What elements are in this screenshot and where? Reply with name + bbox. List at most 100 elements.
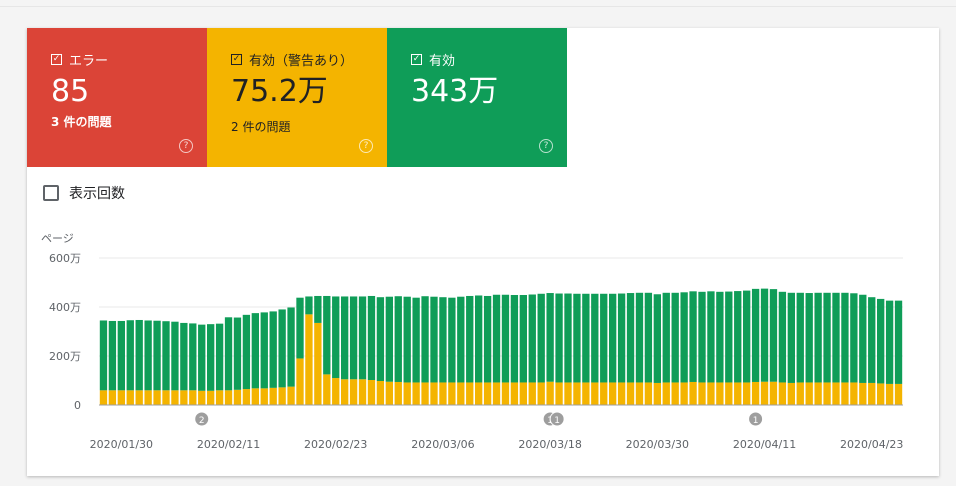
bar-warning — [457, 382, 465, 405]
bar-valid — [466, 295, 474, 383]
bar-valid — [439, 297, 447, 383]
bar-warning — [859, 382, 867, 405]
bar-valid — [144, 320, 152, 391]
bar-warning — [332, 378, 340, 405]
bar-valid — [224, 317, 233, 391]
y-axis-title: ページ — [41, 232, 74, 245]
bar-valid — [180, 322, 188, 391]
bar-warning — [180, 390, 188, 405]
bar-warning — [778, 382, 787, 405]
bar-valid — [814, 292, 822, 383]
bar-valid — [591, 293, 599, 383]
bar-warning — [573, 382, 581, 405]
bar-valid — [805, 293, 813, 383]
bar-valid — [796, 292, 804, 383]
bar-valid — [716, 291, 724, 383]
coverage-card: ✓ エラー 85 3 件の問題 ? ✓ 有効（警告あり） 75.2万 2 件の問… — [27, 28, 939, 476]
bar-warning — [448, 382, 456, 405]
bar-valid — [644, 292, 653, 383]
bar-warning — [269, 387, 277, 405]
bar-valid — [555, 293, 563, 383]
x-tick-label: 2020/03/18 — [518, 438, 581, 451]
bar-valid — [823, 292, 831, 383]
bar-valid — [609, 293, 617, 383]
bar-valid — [233, 317, 242, 390]
bar-warning — [885, 383, 894, 405]
bar-warning — [501, 382, 510, 405]
bar-warning — [850, 382, 858, 405]
bar-valid — [385, 296, 393, 382]
bar-valid — [492, 294, 501, 383]
annotation-label: 2 — [199, 416, 205, 426]
bar-warning — [367, 380, 376, 405]
bar-warning — [385, 381, 393, 405]
bar-warning — [117, 390, 125, 405]
bar-warning — [600, 382, 608, 405]
y-tick-label: 600万 — [49, 252, 81, 265]
bar-warning — [823, 382, 831, 405]
bar-valid — [832, 292, 840, 383]
bar-valid — [296, 297, 304, 359]
bar-valid — [546, 293, 554, 382]
bar-valid — [743, 290, 751, 383]
bar-warning — [546, 381, 554, 405]
bar-valid — [162, 321, 170, 391]
bar-warning — [716, 382, 724, 405]
bar-warning — [323, 374, 331, 405]
bar-warning — [314, 322, 322, 405]
bar-warning — [358, 379, 367, 405]
bar-valid — [269, 311, 277, 388]
bar-valid — [332, 296, 340, 379]
bar-valid — [99, 320, 108, 391]
bar-warning — [689, 381, 697, 405]
bar-valid — [242, 314, 251, 390]
bar-valid — [885, 300, 894, 384]
bar-valid — [215, 323, 224, 391]
bar-valid — [510, 294, 519, 383]
bar-warning — [707, 382, 715, 405]
x-tick-label: 2020/03/06 — [411, 438, 474, 451]
y-tick-label: 200万 — [49, 350, 81, 363]
bar-warning — [751, 381, 760, 405]
bar-warning — [403, 382, 411, 405]
bar-valid — [841, 292, 849, 383]
top-divider — [0, 6, 956, 7]
bar-valid — [349, 296, 358, 380]
x-tick-label: 2020/01/30 — [90, 438, 153, 451]
bar-valid — [734, 291, 742, 383]
bar-warning — [439, 382, 447, 405]
bar-warning — [108, 390, 117, 405]
bar-warning — [189, 390, 197, 405]
bar-warning — [582, 382, 590, 405]
bar-warning — [412, 382, 420, 405]
bar-valid — [189, 323, 197, 391]
bar-warning — [492, 382, 501, 405]
bar-valid — [760, 288, 769, 382]
bar-warning — [725, 382, 733, 405]
bar-valid — [475, 295, 483, 383]
bar-valid — [573, 293, 581, 383]
bar-warning — [734, 382, 742, 405]
bar-warning — [198, 390, 206, 405]
bar-warning — [242, 389, 251, 405]
bar-valid — [769, 289, 778, 382]
annotation-label: 1 — [753, 416, 759, 426]
bar-valid — [877, 298, 885, 384]
bar-warning — [251, 388, 259, 405]
bar-warning — [805, 382, 813, 405]
bar-valid — [787, 292, 795, 383]
x-tick-label: 2020/04/23 — [840, 438, 903, 451]
bar-valid — [483, 295, 492, 383]
y-tick-label: 400万 — [49, 301, 81, 314]
bar-warning — [644, 382, 653, 405]
bar-valid — [564, 293, 572, 383]
bar-valid — [108, 320, 117, 391]
bar-warning — [698, 382, 706, 405]
bar-warning — [787, 382, 795, 405]
bar-valid — [135, 319, 143, 391]
bar-valid — [653, 294, 661, 383]
bar-valid — [751, 288, 760, 382]
bar-warning — [537, 382, 545, 405]
bar-valid — [894, 300, 903, 384]
x-tick-label: 2020/02/11 — [197, 438, 260, 451]
